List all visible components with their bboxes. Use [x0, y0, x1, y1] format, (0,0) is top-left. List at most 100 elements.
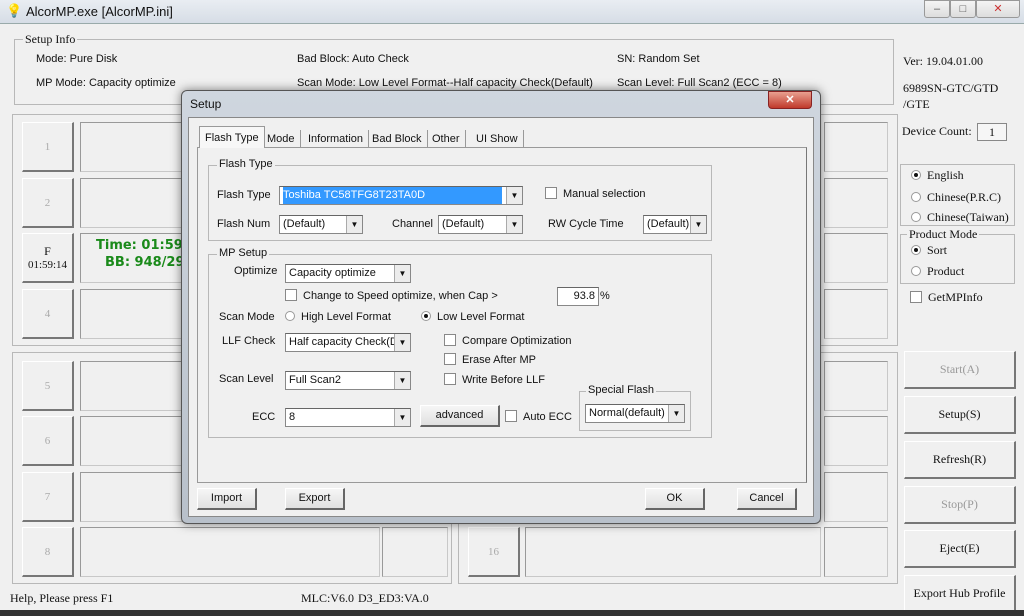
compare-optimization-checkbox[interactable]: Compare Optimization: [444, 334, 571, 347]
slot-label: F: [44, 244, 51, 258]
radio-icon: [911, 245, 921, 255]
bad-block-info: Bad Block: Auto Check: [297, 53, 409, 65]
checkbox-icon: [545, 187, 557, 199]
ok-button[interactable]: OK: [645, 488, 705, 510]
export-hub-profile-button[interactable]: Export Hub Profile: [904, 575, 1016, 613]
slot-button[interactable]: 6: [22, 416, 74, 466]
slot-progress-panel: [824, 472, 888, 522]
flash-type-select[interactable]: Toshiba TC58TFG8T23TA0D ▼: [279, 186, 523, 205]
optimize-select[interactable]: Capacity optimize ▼: [285, 264, 411, 283]
special-flash-select[interactable]: Normal(default) ▼: [585, 404, 685, 423]
slot-button[interactable]: 2: [22, 178, 74, 228]
channel-label: Channel: [392, 218, 433, 230]
erase-after-mp-checkbox[interactable]: Erase After MP: [444, 353, 536, 366]
product-mode-group: Product Mode Sort Product: [900, 227, 1015, 284]
radio-icon: [911, 192, 921, 202]
slot-button[interactable]: 4: [22, 289, 74, 339]
export-button[interactable]: Export: [285, 488, 345, 510]
slot-button[interactable]: 7: [22, 472, 74, 522]
language-chinese-taiwan[interactable]: Chinese(Taiwan): [911, 210, 1013, 225]
rw-cycle-select[interactable]: (Default) ▼: [643, 215, 707, 234]
mp-mode-info: MP Mode: Capacity optimize: [36, 77, 176, 89]
version-label: Ver: 19.04.01.00: [903, 54, 983, 68]
radio-icon: [911, 212, 921, 222]
tab-information[interactable]: Information: [303, 130, 370, 148]
slot-progress-panel: [824, 289, 888, 339]
device-count-label: Device Count:: [902, 124, 972, 138]
language-english[interactable]: English: [911, 168, 964, 183]
minimize-button[interactable]: –: [924, 0, 950, 18]
flash-type-label: Flash Type: [217, 189, 271, 201]
dialog-title: Setup: [190, 97, 222, 111]
auto-ecc-checkbox[interactable]: Auto ECC: [505, 410, 572, 423]
slot-progress-panel: [824, 527, 888, 577]
start-button[interactable]: Start(A): [904, 351, 1016, 389]
slot-label: 4: [44, 307, 51, 320]
slot-label: 16: [488, 545, 499, 558]
llf-check-label: LLF Check: [222, 335, 276, 347]
product-mode-product[interactable]: Product: [911, 264, 964, 279]
slot-label: 1: [44, 140, 51, 153]
ecc-label: ECC: [252, 411, 276, 423]
flash-type-group: Flash Type Flash Type Toshiba TC58TFG8T2…: [208, 158, 712, 241]
channel-select[interactable]: (Default) ▼: [438, 215, 523, 234]
speed-optimize-checkbox[interactable]: Change to Speed optimize, when Cap >: [285, 289, 498, 302]
import-button[interactable]: Import: [197, 488, 257, 510]
tab-bad-block[interactable]: Bad Block: [367, 130, 428, 148]
tab-other[interactable]: Other: [427, 130, 466, 148]
slot-button[interactable]: 8: [22, 527, 74, 577]
slot-progress-panel: [824, 361, 888, 411]
advanced-button[interactable]: advanced: [420, 405, 500, 427]
stop-button[interactable]: Stop(P): [904, 486, 1016, 524]
close-button[interactable]: ✕: [976, 0, 1020, 18]
title-bar: 💡 AlcorMP.exe [AlcorMP.ini] – □ ✕: [0, 0, 1024, 24]
chevron-down-icon: ▼: [394, 409, 410, 426]
cap-unit: %: [600, 290, 610, 302]
mode-info: Mode: Pure Disk: [36, 53, 118, 65]
flash-num-label: Flash Num: [217, 218, 271, 230]
cancel-button[interactable]: Cancel: [737, 488, 797, 510]
scan-level-select[interactable]: Full Scan2 ▼: [285, 371, 411, 390]
refresh-button[interactable]: Refresh(R): [904, 441, 1016, 479]
manual-selection-checkbox[interactable]: Manual selection: [545, 187, 646, 200]
slot-label: 7: [44, 490, 51, 503]
llf-check-select[interactable]: Half capacity Check(Default)▼: [285, 333, 411, 352]
language-group: English Chinese(P.R.C) Chinese(Taiwan): [900, 164, 1015, 226]
chevron-down-icon: ▼: [394, 372, 410, 389]
chevron-down-icon: ▼: [668, 405, 684, 422]
language-chinese-prc[interactable]: Chinese(P.R.C): [911, 190, 1001, 205]
chevron-down-icon: ▼: [690, 216, 706, 233]
write-before-llf-checkbox[interactable]: Write Before LLF: [444, 373, 545, 386]
maximize-button[interactable]: □: [950, 0, 976, 18]
tab-ui-show[interactable]: UI Show: [471, 130, 524, 148]
slot-button[interactable]: 1: [22, 122, 74, 172]
special-flash-label: Special Flash: [586, 384, 657, 396]
slot-button[interactable]: 5: [22, 361, 74, 411]
checkbox-icon: [444, 334, 456, 346]
flash-num-select[interactable]: (Default) ▼: [279, 215, 363, 234]
setup-button[interactable]: Setup(S): [904, 396, 1016, 434]
checkbox-icon: [505, 410, 517, 422]
slot-info-panel: [80, 527, 380, 577]
product-mode-label: Product Mode: [907, 227, 980, 242]
tab-mode[interactable]: Mode: [262, 130, 301, 148]
product-mode-sort[interactable]: Sort: [911, 243, 947, 258]
slot-button[interactable]: F 01:59:14: [22, 233, 74, 283]
high-level-format-radio[interactable]: High Level Format: [285, 311, 391, 323]
low-level-format-radio[interactable]: Low Level Format: [421, 311, 524, 323]
checkbox-icon: [444, 373, 456, 385]
cap-threshold-input[interactable]: 93.8: [557, 287, 599, 306]
eject-button[interactable]: Eject(E): [904, 530, 1016, 568]
get-mp-info-checkbox[interactable]: GetMPInfo: [910, 290, 983, 305]
dialog-close-button[interactable]: ✕: [768, 91, 812, 109]
ecc-select[interactable]: 8 ▼: [285, 408, 411, 427]
scan-mode-label: Scan Mode: [219, 311, 275, 323]
dialog-body: Flash Type Mode Information Bad Block Ot…: [188, 117, 814, 517]
sn-info: SN: Random Set: [617, 53, 700, 65]
window-bottom-border: [0, 610, 1024, 616]
rw-cycle-label: RW Cycle Time: [548, 218, 624, 230]
tab-flash-type[interactable]: Flash Type: [199, 126, 265, 148]
slot-time: 01:59:14: [27, 259, 68, 271]
radio-icon: [421, 311, 431, 321]
slot-button[interactable]: 16: [468, 527, 520, 577]
